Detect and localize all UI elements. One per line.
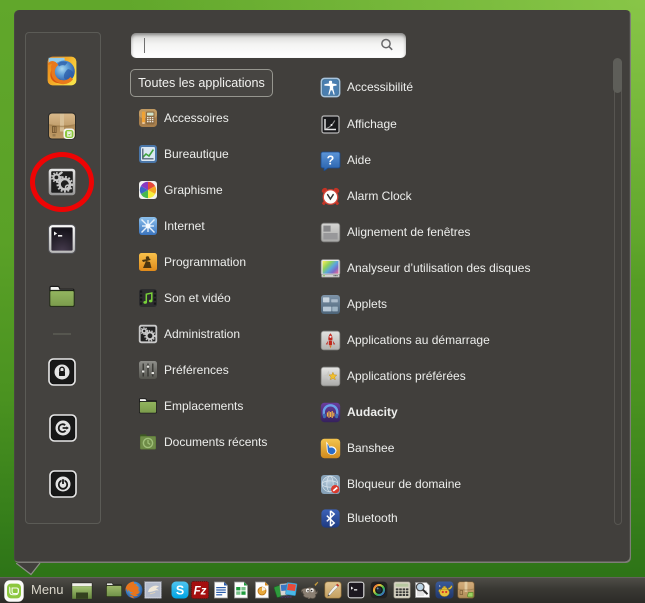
svg-text:XnView: XnView xyxy=(280,595,292,599)
svg-text:S: S xyxy=(175,584,183,598)
svg-text:Fz: Fz xyxy=(194,585,207,597)
svg-text:?: ? xyxy=(327,153,335,167)
